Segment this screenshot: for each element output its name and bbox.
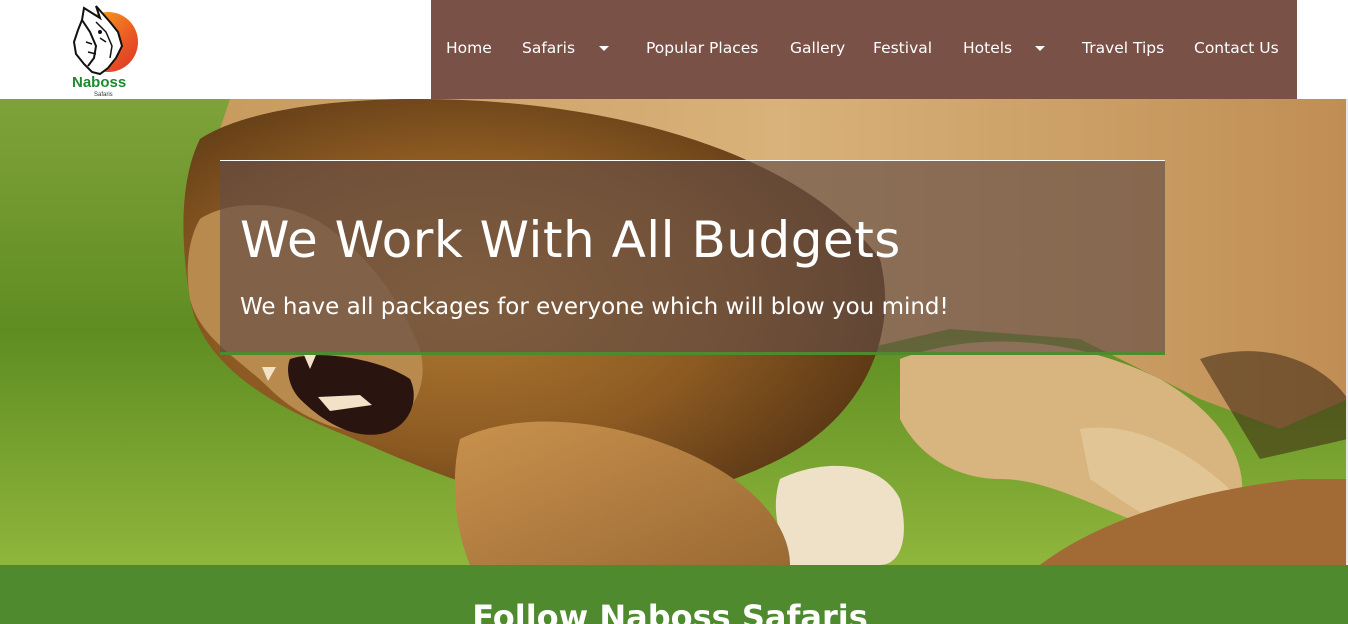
nav-item-popular-places[interactable]: Popular Places	[646, 38, 758, 58]
hero-caption-box: We Work With All Budgets We have all pac…	[220, 160, 1165, 355]
hero-title: We Work With All Budgets	[240, 211, 901, 269]
nav-item-contact-us[interactable]: Contact Us	[1194, 38, 1279, 58]
nav-item-safaris[interactable]: Safaris	[522, 38, 575, 58]
nav-item-home[interactable]: Home	[446, 38, 492, 58]
nav-item-festival[interactable]: Festival	[873, 38, 932, 58]
hero-subtitle: We have all packages for everyone which …	[240, 294, 949, 320]
follow-title: Follow Naboss Safaris	[472, 598, 868, 624]
site-header: Naboss Safaris Home Safaris Popular Plac…	[0, 0, 1348, 99]
naboss-logo[interactable]: Naboss Safaris	[66, 2, 142, 98]
safaris-dropdown-caret-icon[interactable]	[599, 46, 609, 51]
nav-item-hotels[interactable]: Hotels	[963, 38, 1012, 58]
nav-item-travel-tips[interactable]: Travel Tips	[1082, 38, 1164, 58]
brand-subtitle: Safaris	[94, 92, 113, 98]
nav-item-gallery[interactable]: Gallery	[790, 38, 845, 58]
hotels-dropdown-caret-icon[interactable]	[1035, 46, 1045, 51]
brand-name: Naboss	[72, 74, 127, 91]
main-navigation: Home Safaris Popular Places Gallery Fest…	[431, 0, 1297, 99]
follow-section: Follow Naboss Safaris	[0, 565, 1348, 624]
